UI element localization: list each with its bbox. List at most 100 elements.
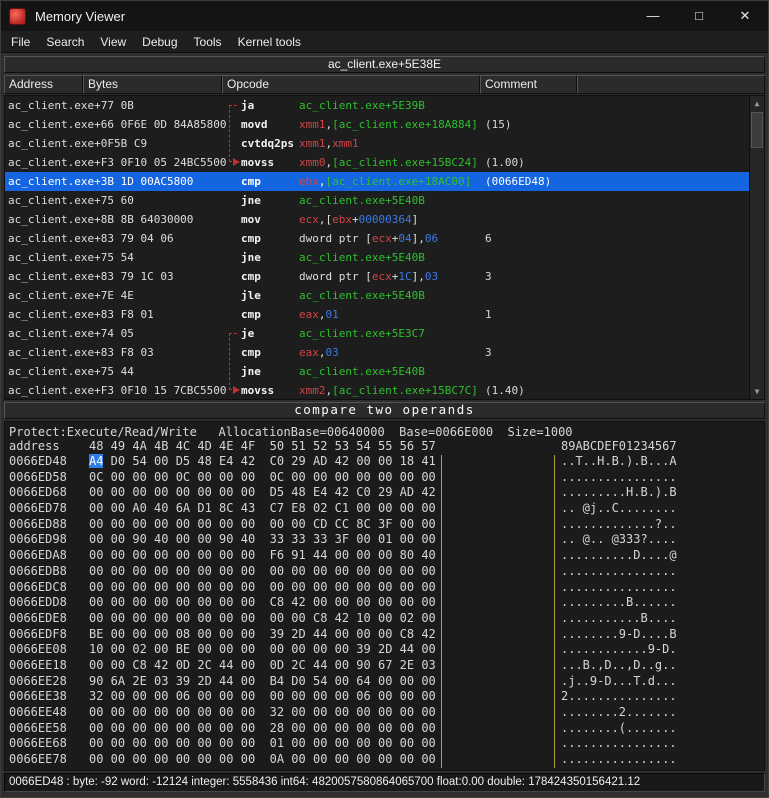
dump-row-address: 0066ED48 bbox=[9, 454, 67, 470]
operands: dword ptr [ecx+1C],03 bbox=[299, 267, 438, 286]
opcode-mnemonic: jne bbox=[241, 248, 261, 267]
operands: eax,03 bbox=[299, 343, 339, 362]
hex-dump-panel[interactable]: Protect:Execute/Read/Write AllocationBas… bbox=[4, 421, 765, 771]
disassembly-address-header[interactable]: ac_client.exe+5E38E bbox=[4, 56, 765, 73]
dump-row-address: 0066EE18 bbox=[9, 658, 67, 674]
instruction-address-bytes: ac_client.exe+F3 0F10 15 7CBC5500 bbox=[8, 381, 227, 400]
menu-debug[interactable]: Debug bbox=[134, 33, 185, 51]
column-separator-line bbox=[441, 455, 442, 768]
disasm-row[interactable]: ac_client.exe+83 79 1C 03cmpdword ptr [e… bbox=[5, 267, 749, 286]
instruction-address-bytes: ac_client.exe+F3 0F10 05 24BC5500 bbox=[8, 153, 227, 172]
disasm-row[interactable]: ac_client.exe+74 05jeac_client.exe+5E3C7 bbox=[5, 324, 749, 343]
column-header-comment[interactable]: Comment bbox=[480, 75, 577, 94]
disasm-row[interactable]: ac_client.exe+83 79 04 06cmpdword ptr [e… bbox=[5, 229, 749, 248]
dump-row-bytes: 00 00 00 00 00 00 00 00 C8 42 00 00 00 0… bbox=[89, 595, 436, 611]
instruction-address-bytes: ac_client.exe+7E 4E bbox=[8, 286, 134, 305]
menu-tools[interactable]: Tools bbox=[186, 33, 230, 51]
dump-header-ascii-offsets: 89ABCDEF01234567 bbox=[561, 439, 677, 453]
menu-kernel-tools[interactable]: Kernel tools bbox=[230, 33, 309, 51]
disasm-row[interactable]: ac_client.exe+75 54jneac_client.exe+5E40… bbox=[5, 248, 749, 267]
dump-row[interactable]: 0066EE1800 00 C8 42 0D 2C 44 00 0D 2C 44… bbox=[5, 658, 764, 674]
dump-row[interactable]: 0066EDC800 00 00 00 00 00 00 00 00 00 00… bbox=[5, 580, 764, 596]
disasm-row[interactable]: ac_client.exe+83 F8 01cmpeax,011 bbox=[5, 305, 749, 324]
dump-row[interactable]: 0066EE3832 00 00 00 06 00 00 00 00 00 00… bbox=[5, 689, 764, 705]
dump-row[interactable]: 0066ED9800 00 90 40 00 00 90 40 33 33 33… bbox=[5, 532, 764, 548]
dump-row[interactable]: 0066EDB800 00 00 00 00 00 00 00 00 00 00… bbox=[5, 564, 764, 580]
disasm-row[interactable]: ac_client.exe+83 F8 03cmpeax,033 bbox=[5, 343, 749, 362]
instruction-comment: 6 bbox=[485, 229, 492, 248]
disasm-row[interactable]: ac_client.exe+3B 1D 00AC5800cmpebx,[ac_c… bbox=[5, 172, 749, 191]
operands: ac_client.exe+5E40B bbox=[299, 362, 425, 381]
instruction-address-bytes: ac_client.exe+77 0B bbox=[8, 96, 134, 115]
column-header-opcode[interactable]: Opcode bbox=[222, 75, 480, 94]
dump-row[interactable]: 0066ED7800 00 A0 40 6A D1 8C 43 C7 E8 02… bbox=[5, 501, 764, 517]
instruction-comment: (0066ED48) bbox=[485, 172, 551, 191]
dump-row[interactable]: 0066EDE800 00 00 00 00 00 00 00 00 00 C8… bbox=[5, 611, 764, 627]
column-header-bytes[interactable]: Bytes bbox=[83, 75, 222, 94]
column-header-address[interactable]: Address bbox=[4, 75, 83, 94]
opcode-mnemonic: movss bbox=[241, 381, 274, 400]
dump-row[interactable]: 0066EE48 00 00 00 00 00 00 00 00 32 00 00… bbox=[5, 705, 764, 721]
disasm-row[interactable]: ac_client.exe+8B 8B 64030000movecx,[ebx+… bbox=[5, 210, 749, 229]
dump-row-ascii: ................ bbox=[561, 752, 677, 768]
instruction-address-bytes: ac_client.exe+83 79 04 06 bbox=[8, 229, 174, 248]
disasm-row[interactable]: ac_client.exe+66 0F6E 0D 84A85800movdxmm… bbox=[5, 115, 749, 134]
opcode-mnemonic: jne bbox=[241, 191, 261, 210]
selected-byte[interactable]: A4 bbox=[89, 454, 103, 468]
dump-row[interactable]: 0066EE7800 00 00 00 00 00 00 00 0A 00 00… bbox=[5, 752, 764, 768]
disasm-row[interactable]: ac_client.exe+75 60jneac_client.exe+5E40… bbox=[5, 191, 749, 210]
dump-row[interactable]: 0066ED48 A4 D0 54 00 D5 48 E4 42 C0 29 AD… bbox=[5, 454, 764, 470]
disasm-row[interactable]: ac_client.exe+F3 0F10 05 24BC5500movssxm… bbox=[5, 153, 749, 172]
dump-row-bytes: A4 D0 54 00 D5 48 E4 42 C0 29 AD 42 00 0… bbox=[89, 454, 436, 470]
dump-row[interactable]: 0066EDD800 00 00 00 00 00 00 00 C8 42 00… bbox=[5, 595, 764, 611]
scroll-down-icon[interactable]: ▼ bbox=[750, 384, 764, 399]
maximize-button[interactable]: □ bbox=[676, 1, 722, 31]
dump-row[interactable]: 0066ED6800 00 00 00 00 00 00 00 D5 48 E4… bbox=[5, 485, 764, 501]
disasm-row[interactable]: ac_client.exe+75 44jneac_client.exe+5E40… bbox=[5, 362, 749, 381]
dump-row[interactable]: 0066EDF8BE 00 00 00 08 00 00 00 39 2D 44… bbox=[5, 627, 764, 643]
menu-file[interactable]: File bbox=[3, 33, 38, 51]
jump-arrow-icon bbox=[233, 386, 240, 394]
dump-row[interactable]: 0066EDA8 00 00 00 00 00 00 00 00 F6 91 44… bbox=[5, 548, 764, 564]
operands: ac_client.exe+5E40B bbox=[299, 248, 425, 267]
operands: xmm2,[ac_client.exe+15BC7C] bbox=[299, 381, 478, 400]
dump-row[interactable]: 0066ED8800 00 00 00 00 00 00 00 00 00 CD… bbox=[5, 517, 764, 533]
operands: ac_client.exe+5E40B bbox=[299, 191, 425, 210]
scroll-up-icon[interactable]: ▲ bbox=[750, 96, 764, 111]
dump-row[interactable]: 0066EE2890 6A 2E 03 39 2D 44 00 B4 D0 54… bbox=[5, 674, 764, 690]
disasm-scrollbar[interactable]: ▲ ▼ bbox=[749, 96, 764, 399]
menu-view[interactable]: View bbox=[92, 33, 134, 51]
opcode-mnemonic: mov bbox=[241, 210, 261, 229]
dump-row[interactable]: 0066ED580C 00 00 00 0C 00 00 00 0C 00 00… bbox=[5, 470, 764, 486]
dump-row-bytes: 00 00 00 00 00 00 00 00 D5 48 E4 42 C0 2… bbox=[89, 485, 436, 501]
dump-row-bytes: 00 00 00 00 00 00 00 00 32 00 00 00 00 0… bbox=[89, 705, 436, 721]
instruction-comment: 1 bbox=[485, 305, 492, 324]
disasm-row[interactable]: ac_client.exe+0F5B C9cvtdq2psxmm1,xmm1 bbox=[5, 134, 749, 153]
title-bar[interactable]: Memory Viewer — □ ✕ bbox=[1, 1, 768, 31]
scrollbar-thumb[interactable] bbox=[751, 112, 763, 148]
dump-row[interactable]: 0066EE6800 00 00 00 00 00 00 00 01 00 00… bbox=[5, 736, 764, 752]
dump-row-address: 0066EE48 bbox=[9, 705, 67, 721]
window-title: Memory Viewer bbox=[35, 9, 630, 24]
opcode-mnemonic: movd bbox=[241, 115, 268, 134]
dump-row-bytes: 0C 00 00 00 0C 00 00 00 0C 00 00 00 00 0… bbox=[89, 470, 436, 486]
close-button[interactable]: ✕ bbox=[722, 1, 768, 31]
disasm-list[interactable]: ac_client.exe+77 0Bjaac_client.exe+5E39B… bbox=[4, 95, 765, 400]
operands: dword ptr [ecx+04],06 bbox=[299, 229, 438, 248]
opcode-mnemonic: jle bbox=[241, 286, 261, 305]
dump-row-address: 0066EDA8 bbox=[9, 548, 67, 564]
disasm-row[interactable]: ac_client.exe+F3 0F10 15 7CBC5500 movss xm… bbox=[5, 381, 749, 400]
instruction-comment: (15) bbox=[485, 115, 512, 134]
disasm-row[interactable]: ac_client.exe+77 0Bjaac_client.exe+5E39B bbox=[5, 96, 749, 115]
operands: ebx,[ac_client.exe+18AC00] bbox=[299, 172, 471, 191]
minimize-button[interactable]: — bbox=[630, 1, 676, 31]
instruction-address-bytes: ac_client.exe+83 F8 03 bbox=[8, 343, 154, 362]
disasm-row[interactable]: ac_client.exe+7E 4Ejleac_client.exe+5E40… bbox=[5, 286, 749, 305]
dump-row-bytes: 00 00 00 00 00 00 00 00 F6 91 44 00 00 0… bbox=[89, 548, 436, 564]
dump-row[interactable]: 0066EE5800 00 00 00 00 00 00 00 28 00 00… bbox=[5, 721, 764, 737]
dump-row[interactable]: 0066EE0810 00 02 00 BE 00 00 00 00 00 00… bbox=[5, 642, 764, 658]
operands: ac_client.exe+5E39B bbox=[299, 96, 425, 115]
opcode-mnemonic: movss bbox=[241, 153, 274, 172]
menu-search[interactable]: Search bbox=[38, 33, 92, 51]
opcode-mnemonic: jne bbox=[241, 362, 261, 381]
